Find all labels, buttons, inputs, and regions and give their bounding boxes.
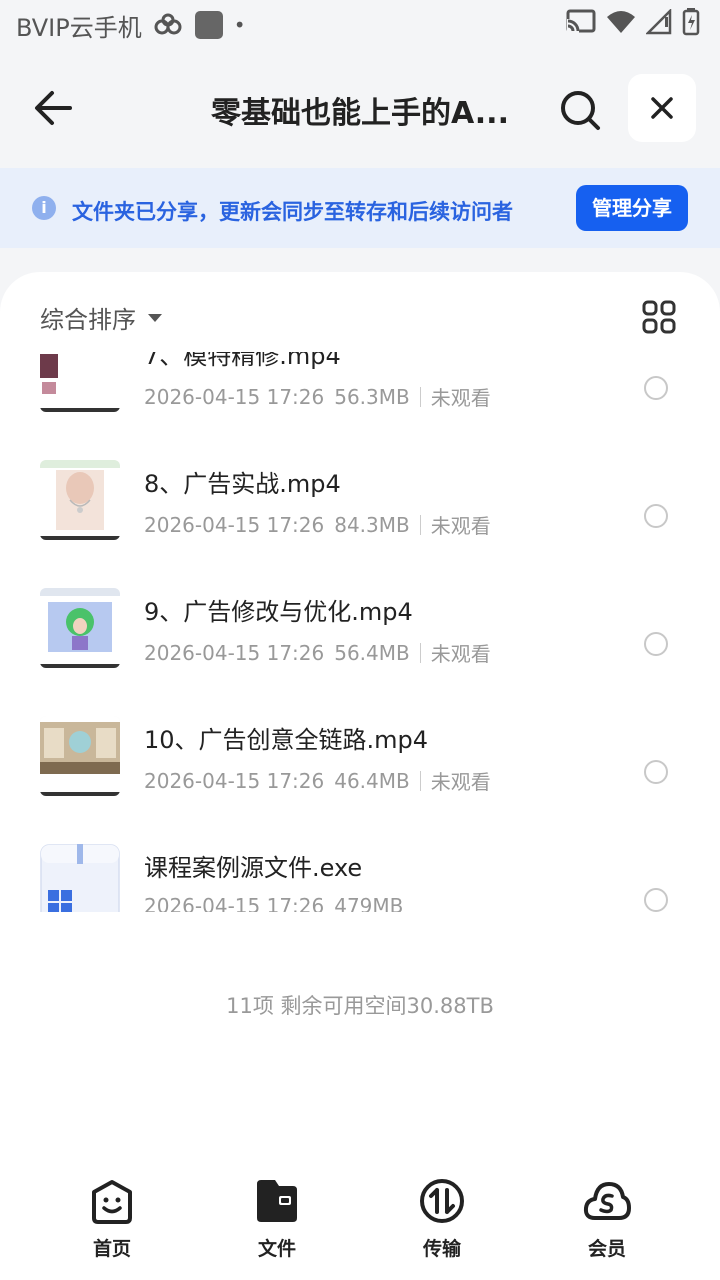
close-icon bbox=[651, 97, 673, 119]
search-icon bbox=[561, 91, 600, 130]
watch-status: 未观看 bbox=[430, 770, 491, 794]
file-list-card: 综合排序 7、模特精修.mp4 2026-04-15 17:26 56.3MB … bbox=[0, 272, 720, 1280]
file-name: 8、广告实战.mp4 bbox=[144, 470, 341, 498]
file-meta: 2026-04-15 17:26 46.4MB 未观看 bbox=[144, 766, 491, 795]
select-radio[interactable] bbox=[644, 632, 668, 656]
signal-icon bbox=[646, 9, 672, 35]
file-date: 2026-04-15 17:26 bbox=[144, 894, 325, 912]
file-date: 2026-04-15 17:26 bbox=[144, 768, 325, 793]
file-name: 7、模特精修.mp4 bbox=[144, 352, 341, 370]
file-name: 10、广告创意全链路.mp4 bbox=[144, 726, 429, 754]
file-size: 479MB bbox=[334, 894, 404, 912]
file-row[interactable]: 8、广告实战.mp4 2026-04-15 17:26 84.3MB 未观看 bbox=[0, 436, 720, 564]
nav-vip[interactable]: 会员 bbox=[552, 1178, 662, 1261]
page-title: 零基础也能上手的A... bbox=[211, 96, 509, 131]
share-banner-message: 文件夹已分享，更新会同步至转存和后续访问者 bbox=[72, 200, 513, 224]
meta-divider bbox=[419, 642, 421, 663]
select-radio[interactable] bbox=[644, 504, 668, 528]
file-meta: 2026-04-15 17:26 479MB bbox=[144, 894, 403, 912]
wifi-icon bbox=[607, 11, 635, 33]
meta-divider bbox=[419, 514, 421, 535]
search-button[interactable] bbox=[556, 86, 604, 134]
file-date: 2026-04-15 17:26 bbox=[144, 384, 325, 409]
nav-files[interactable]: 文件 bbox=[222, 1178, 332, 1261]
video-thumbnail bbox=[40, 352, 120, 412]
cloud-link-icon bbox=[154, 13, 182, 35]
top-bar: 零基础也能上手的A... bbox=[0, 50, 720, 168]
cast-icon bbox=[566, 9, 596, 33]
video-thumbnail bbox=[40, 716, 120, 796]
watch-status: 未观看 bbox=[430, 386, 491, 410]
nav-label: 首页 bbox=[92, 1238, 131, 1260]
cloud-vip-icon bbox=[583, 1182, 631, 1220]
video-thumbnail bbox=[40, 460, 120, 540]
watch-status: 未观看 bbox=[430, 514, 491, 538]
sort-dropdown[interactable]: 综合排序 bbox=[40, 300, 162, 335]
file-row[interactable]: 10、广告创意全链路.mp4 2026-04-15 17:26 46.4MB 未… bbox=[0, 692, 720, 820]
windows-app-icon bbox=[40, 844, 120, 912]
file-list: 7、模特精修.mp4 2026-04-15 17:26 56.3MB 未观看 8… bbox=[0, 352, 720, 912]
sort-label: 综合排序 bbox=[40, 306, 136, 334]
carrier-label: BVIP云手机 bbox=[16, 13, 142, 42]
nav-label: 传输 bbox=[422, 1238, 461, 1260]
select-radio[interactable] bbox=[644, 376, 668, 400]
grid-view-icon[interactable] bbox=[642, 300, 676, 334]
status-dot: • bbox=[233, 13, 246, 37]
caret-down-icon bbox=[148, 313, 162, 322]
file-size: 84.3MB bbox=[334, 512, 410, 537]
select-radio[interactable] bbox=[644, 888, 668, 912]
bottom-nav: 首页 文件 传输 会员 bbox=[0, 1160, 720, 1280]
file-row[interactable]: 课程案例源文件.exe 2026-04-15 17:26 479MB bbox=[0, 820, 720, 912]
manage-share-button[interactable]: 管理分享 bbox=[576, 185, 688, 231]
file-size: 56.4MB bbox=[334, 640, 410, 665]
battery-icon bbox=[682, 8, 700, 36]
video-thumbnail bbox=[40, 588, 120, 668]
close-button[interactable] bbox=[628, 74, 696, 142]
file-meta: 2026-04-15 17:26 84.3MB 未观看 bbox=[144, 510, 491, 539]
folder-icon bbox=[257, 1180, 297, 1222]
meta-divider bbox=[419, 386, 421, 407]
app-square-icon bbox=[194, 11, 223, 39]
nav-label: 文件 bbox=[257, 1238, 296, 1260]
info-icon: i bbox=[32, 196, 56, 220]
watch-status: 未观看 bbox=[430, 642, 491, 666]
nav-transfer[interactable]: 传输 bbox=[387, 1178, 497, 1261]
nav-label: 会员 bbox=[587, 1238, 626, 1260]
select-radio[interactable] bbox=[644, 760, 668, 784]
arrow-left-icon bbox=[35, 91, 72, 125]
nav-home[interactable]: 首页 bbox=[57, 1178, 167, 1261]
smiley-bag-icon bbox=[92, 1180, 132, 1224]
file-row[interactable]: 7、模特精修.mp4 2026-04-15 17:26 56.3MB 未观看 bbox=[0, 352, 720, 436]
file-date: 2026-04-15 17:26 bbox=[144, 512, 325, 537]
share-banner: i 文件夹已分享，更新会同步至转存和后续访问者 管理分享 bbox=[0, 168, 720, 248]
file-size: 56.3MB bbox=[334, 384, 410, 409]
status-bar: BVIP云手机 • bbox=[0, 0, 720, 50]
file-name: 9、广告修改与优化.mp4 bbox=[144, 598, 413, 626]
transfer-icon bbox=[420, 1179, 464, 1223]
file-meta: 2026-04-15 17:26 56.3MB 未观看 bbox=[144, 382, 491, 411]
file-row[interactable]: 9、广告修改与优化.mp4 2026-04-15 17:26 56.4MB 未观… bbox=[0, 564, 720, 692]
storage-summary: 11项 剩余可用空间30.88TB bbox=[226, 994, 494, 1018]
file-size: 46.4MB bbox=[334, 768, 410, 793]
file-meta: 2026-04-15 17:26 56.4MB 未观看 bbox=[144, 638, 491, 667]
file-name: 课程案例源文件.exe bbox=[144, 854, 363, 882]
back-button[interactable] bbox=[30, 88, 78, 128]
meta-divider bbox=[419, 770, 421, 791]
file-date: 2026-04-15 17:26 bbox=[144, 640, 325, 665]
